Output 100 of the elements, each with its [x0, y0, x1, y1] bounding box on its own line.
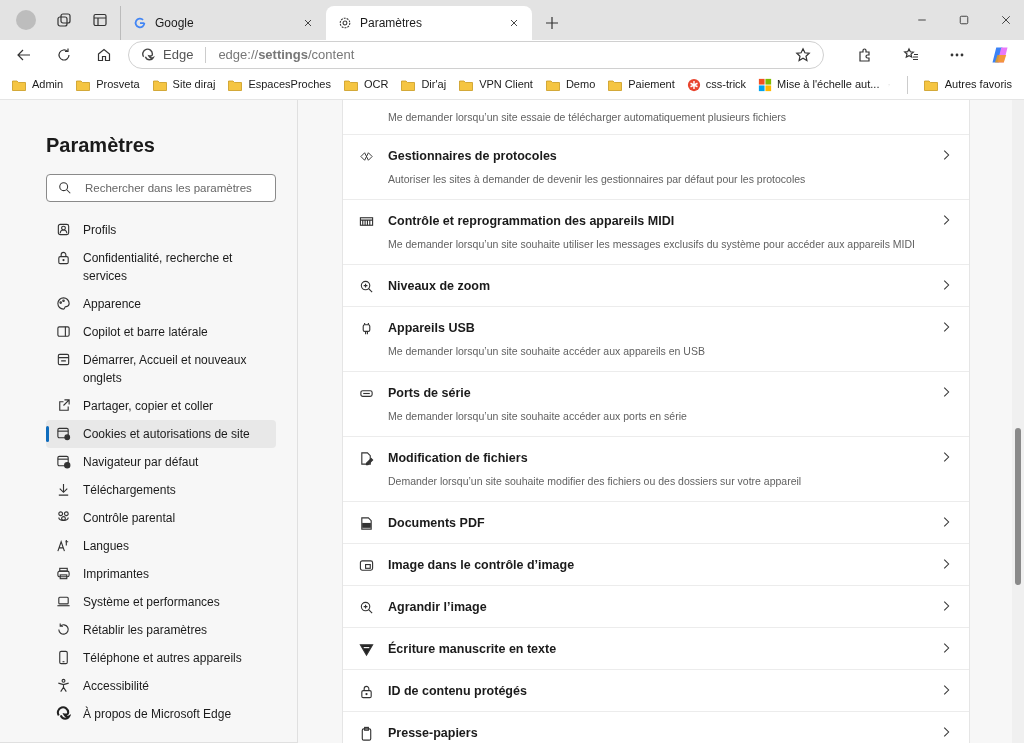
favorites-icon[interactable] — [903, 47, 919, 63]
bookmark[interactable]: EspacesProches — [224, 72, 334, 97]
permission-description: Autoriser les sites à demander de devenir les gestionnaires par défaut pour les protocoles — [388, 172, 807, 186]
sidebar-icon — [56, 324, 71, 339]
printer-icon — [56, 566, 71, 581]
permission-title: Contrôle et reprogrammation des appareils MIDI — [388, 213, 676, 229]
maximize-icon[interactable] — [958, 14, 970, 26]
phone-icon — [56, 650, 71, 665]
bookmark[interactable]: Autres favoris — [918, 72, 1016, 97]
refresh-icon[interactable] — [56, 47, 72, 63]
sidebar-item[interactable]: Contrôle parental — [46, 504, 276, 532]
permission-title: ID de contenu protégés — [388, 683, 528, 699]
permission-description: Demander lorsqu’un site souhaite modifier des fichiers ou des dossiers sur votre appareil — [388, 474, 803, 488]
permission-title: Gestionnaires de protocoles — [388, 148, 558, 164]
permission-row[interactable]: Écriture manuscrite en texte — [343, 628, 969, 670]
permission-row[interactable]: Modification de fichiers Demander lorsqu’un site souhaite modifier des fichiers ou des dossiers sur votre appareil — [343, 437, 969, 502]
close-icon[interactable] — [508, 17, 520, 29]
bookmark[interactable]: Admin — [8, 72, 67, 97]
sidebar-item[interactable]: Démarrer, Accueil et nouveaux onglets — [46, 346, 276, 392]
permission-title: Ports de série — [388, 385, 472, 401]
tab-actions-icon[interactable] — [92, 12, 108, 28]
lock-icon — [359, 684, 374, 699]
permission-title: Modification de fichiers — [388, 450, 529, 466]
bookmark[interactable]: Paiement — [604, 72, 678, 97]
permission-row[interactable]: Contrôle et reprogrammation des appareils MIDI Me demander lorsqu’un site souhaite utiliser les messages exclusifs du système pour accéder aux appareils MIDI — [343, 200, 969, 265]
sidebar-item[interactable]: Système et performances — [46, 588, 276, 616]
reset-icon — [56, 622, 71, 637]
sidebar-item[interactable]: Confidentialité, recherche et services — [46, 244, 276, 290]
zoom-in-icon — [359, 600, 374, 615]
permission-row[interactable]: Appareils USB Me demander lorsqu’un site souhaite accéder aux appareils en USB — [343, 307, 969, 372]
sidebar-item[interactable]: Cookies et autorisations de site — [46, 420, 276, 448]
search-icon — [58, 181, 72, 195]
sidebar-item[interactable]: Rétablir les paramètres — [46, 616, 276, 644]
bookmark[interactable]: Mise à l'échelle aut... — [755, 72, 883, 97]
language-icon — [56, 538, 71, 553]
bookmark[interactable]: Dir'aj — [397, 72, 450, 97]
permission-title: Agrandir l’image — [388, 599, 488, 615]
permission-title: Écriture manuscrite en texte — [388, 641, 558, 657]
copilot-icon[interactable] — [990, 45, 1010, 65]
browser-check-icon — [56, 454, 71, 469]
permission-title: Appareils USB — [388, 320, 476, 336]
profile-icon — [56, 222, 71, 237]
sidebar-item[interactable]: Copilot et barre latérale — [46, 318, 276, 346]
bookmark[interactable]: Prosveta — [72, 72, 143, 97]
url-text: edge://settings/content — [218, 46, 356, 65]
workspaces-icon[interactable] — [56, 12, 72, 28]
download-icon — [56, 482, 71, 497]
bookmark[interactable]: Site diraj — [148, 72, 219, 97]
sidebar-item[interactable]: Accessibilité — [46, 672, 276, 700]
bookmark[interactable]: Demo — [541, 72, 599, 97]
permission-row[interactable]: Ports de série Me demander lorsqu’un site souhaite accéder aux ports en série — [343, 372, 969, 437]
permission-title: Documents PDF — [388, 515, 486, 531]
permission-row[interactable]: Gestionnaires de protocoles Autoriser les sites à demander de devenir les gestionnaires par défaut pour les protocoles — [343, 135, 969, 200]
palette-icon — [56, 296, 71, 311]
sidebar-item[interactable]: Téléphone et autres appareils — [46, 644, 276, 672]
edge-logo-icon — [141, 48, 155, 62]
file-edit-icon — [359, 451, 374, 466]
permission-description: Me demander lorsqu’un site souhaite accéder aux appareils en USB — [388, 344, 706, 358]
zoom-in-icon — [359, 279, 374, 294]
pen-nib-icon — [359, 642, 374, 657]
sidebar-item[interactable]: Profils — [46, 216, 276, 244]
laptop-icon — [56, 594, 71, 609]
search-field[interactable]: Rechercher dans les paramètres — [46, 174, 276, 202]
permission-row[interactable]: Documents PDF — [343, 502, 969, 544]
puzzle-icon[interactable] — [857, 47, 873, 63]
share-icon — [56, 398, 71, 413]
home-icon[interactable] — [96, 47, 112, 63]
bookmark[interactable]: css-trick — [683, 72, 750, 97]
close-icon[interactable] — [302, 17, 314, 29]
sidebar-item[interactable]: Langues — [46, 532, 276, 560]
permission-row[interactable]: Agrandir l’image — [343, 586, 969, 628]
permission-title: Image dans le contrôle d’image — [388, 557, 576, 573]
gear-icon — [338, 16, 352, 30]
sidebar-item[interactable]: À propos de Microsoft Edge — [46, 700, 276, 728]
permission-description: Me demander lorsqu’un site souhaite utiliser les messages exclusifs du système pour accéder aux appareils MIDI — [388, 237, 916, 251]
tab-title: Paramètres — [360, 15, 424, 32]
star-icon[interactable] — [795, 47, 811, 63]
scrollbar[interactable] — [1012, 100, 1024, 743]
sidebar-item[interactable]: Apparence — [46, 290, 276, 318]
permission-row[interactable]: Image dans le contrôle d’image — [343, 544, 969, 586]
permission-description: Me demander lorsqu’un site essaie de télécharger automatiquement plusieurs fichiers — [388, 110, 788, 124]
keyboard-icon — [359, 214, 374, 229]
permission-row[interactable]: Presse-papiers — [343, 712, 969, 743]
permission-row[interactable]: ID de contenu protégés — [343, 670, 969, 712]
back-icon[interactable] — [16, 47, 32, 63]
bookmark[interactable]: VPN Client — [455, 72, 536, 97]
tab-title: Google — [155, 15, 195, 32]
g-logo-icon — [133, 16, 147, 30]
site-permissions-icon — [56, 426, 71, 441]
sidebar-item[interactable]: Partager, copier et coller — [46, 392, 276, 420]
close-icon[interactable] — [1000, 14, 1012, 26]
sidebar-item[interactable]: Imprimantes — [46, 560, 276, 588]
bookmark[interactable]: OCR — [339, 72, 392, 97]
new-tab-icon[interactable] — [544, 15, 560, 31]
sidebar-item[interactable]: Téléchargements — [46, 476, 276, 504]
picture-in-picture-icon — [359, 558, 374, 573]
asterisk-icon — [686, 77, 701, 92]
permission-row[interactable]: Niveaux de zoom — [343, 265, 969, 307]
sidebar-item[interactable]: Navigateur par défaut — [46, 448, 276, 476]
browser-tab[interactable]: Paramètres — [326, 6, 532, 40]
